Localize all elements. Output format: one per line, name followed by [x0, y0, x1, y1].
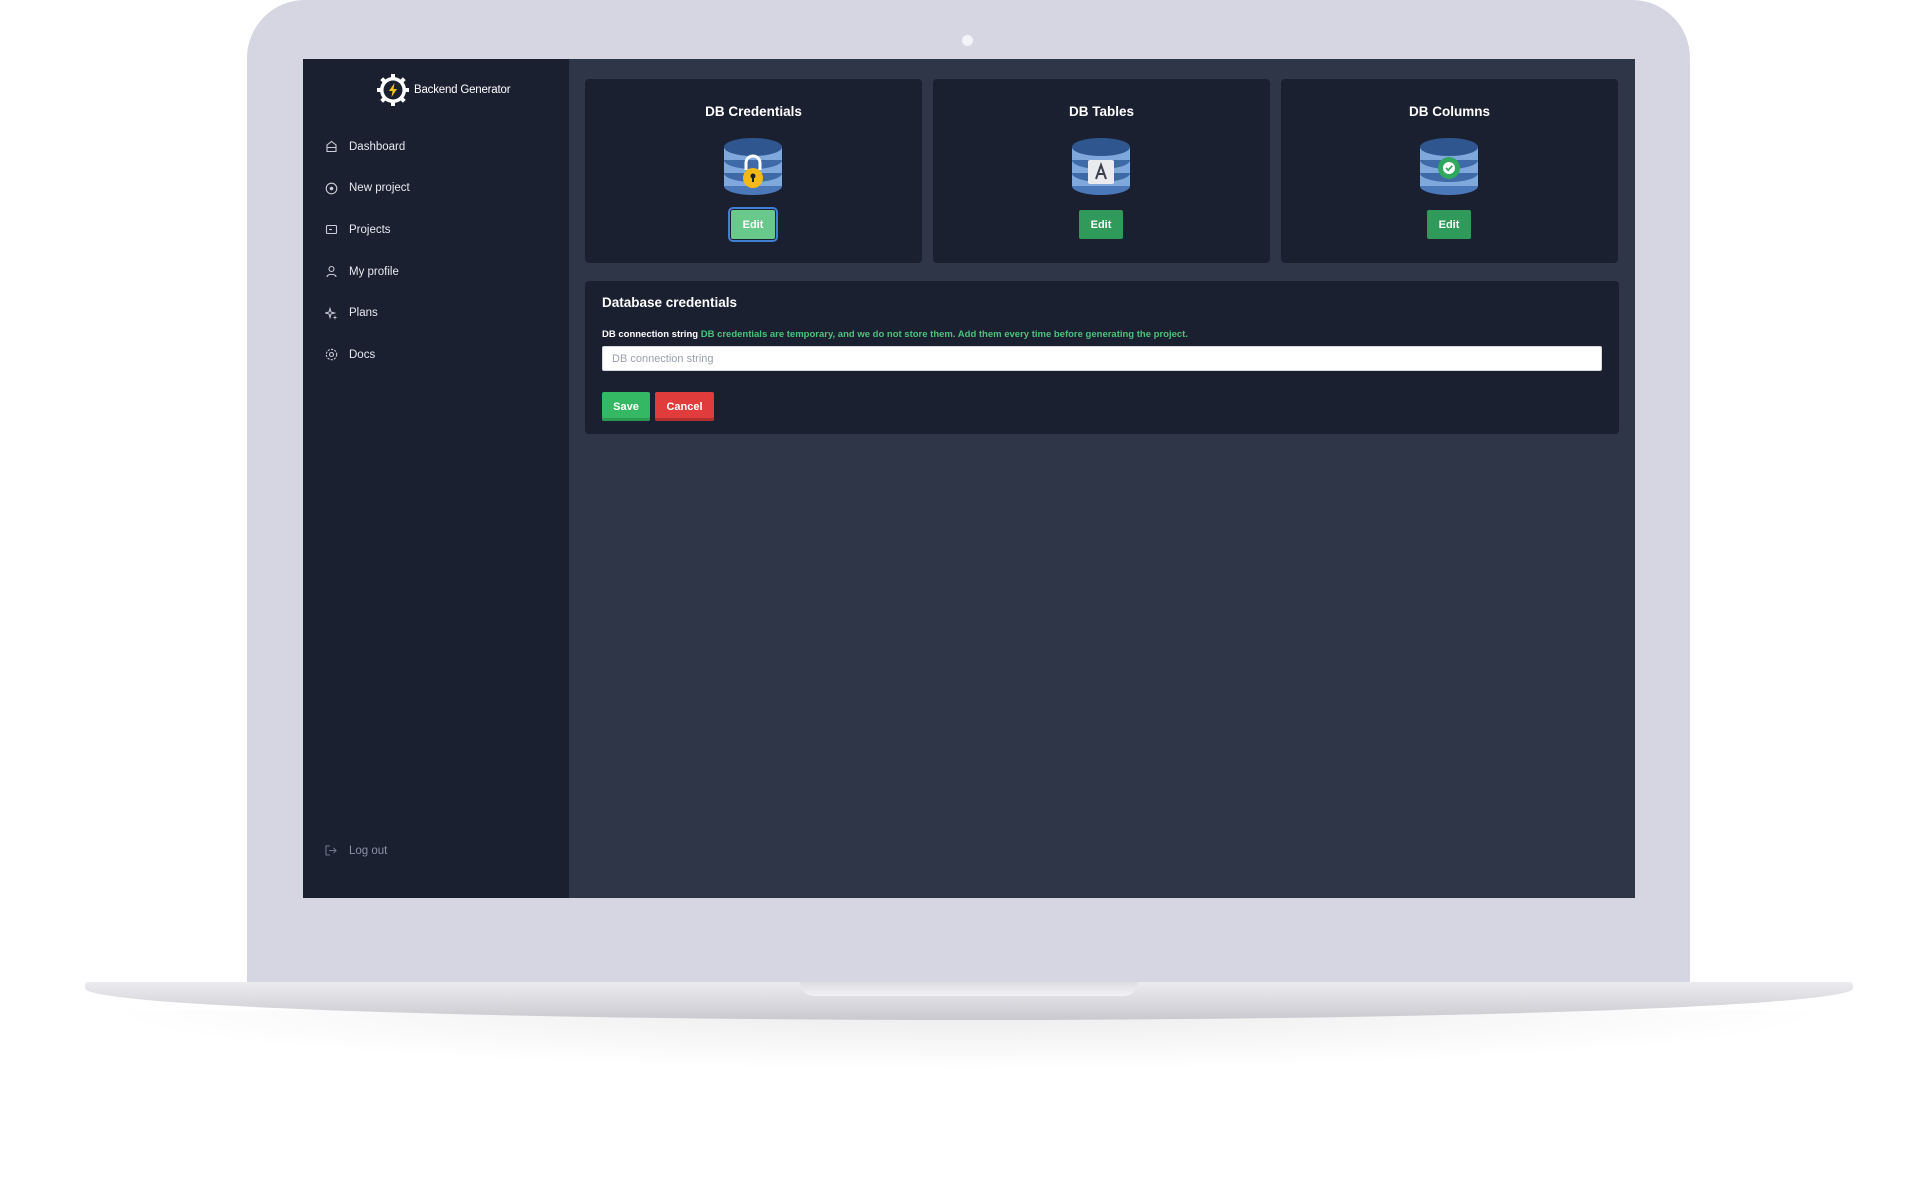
save-button[interactable]: Save	[602, 392, 650, 421]
cancel-button[interactable]: Cancel	[655, 392, 714, 421]
main-content: DB Credentials Edit DB Tables Edit DB Co…	[569, 59, 1635, 898]
brand-name: Backend Generator	[414, 84, 511, 96]
dashboard-icon	[324, 140, 338, 154]
sidebar-item-label: Docs	[349, 348, 376, 361]
edit-db-columns-button[interactable]: Edit	[1427, 210, 1471, 239]
logout-button[interactable]: Log out	[324, 844, 387, 858]
logout-label: Log out	[349, 845, 388, 857]
sidebar-item-docs[interactable]: Docs	[324, 334, 554, 376]
sidebar-item-label: Dashboard	[349, 140, 406, 153]
connection-string-input[interactable]	[602, 346, 1602, 371]
card-db-columns: DB Columns Edit	[1281, 79, 1618, 263]
field-label: DB connection string	[602, 329, 699, 340]
sidebar-item-plans[interactable]: Plans	[324, 292, 554, 334]
sidebar-item-label: Projects	[349, 223, 391, 236]
card-title: DB Credentials	[705, 104, 802, 119]
connection-string-label: DB connection string DB credentials are …	[602, 329, 1188, 340]
card-title: DB Tables	[1068, 104, 1134, 119]
camera-icon	[962, 35, 973, 46]
sidebar: Backend Generator Dashboard New project	[303, 59, 569, 898]
user-icon	[324, 265, 338, 279]
gear-bolt-logo-icon	[377, 74, 409, 106]
folder-icon	[324, 223, 338, 237]
card-title: DB Columns	[1409, 104, 1490, 119]
sidebar-item-new-project[interactable]: New project	[324, 168, 554, 210]
sidebar-item-label: New project	[349, 182, 410, 195]
sparkle-icon	[324, 306, 338, 320]
app-screen: Backend Generator Dashboard New project	[303, 59, 1635, 898]
edit-db-credentials-button[interactable]: Edit	[728, 207, 778, 242]
laptop-mockup: Backend Generator Dashboard New project	[0, 0, 1919, 1197]
edit-db-tables-button[interactable]: Edit	[1079, 210, 1123, 239]
database-lock-icon	[724, 138, 782, 195]
logout-icon	[324, 844, 338, 858]
card-db-tables: DB Tables Edit	[933, 79, 1270, 263]
card-db-credentials: DB Credentials Edit	[585, 79, 922, 263]
sidebar-item-projects[interactable]: Projects	[324, 209, 554, 251]
laptop-notch	[800, 982, 1138, 996]
database-credentials-form: Database credentials DB connection strin…	[585, 281, 1619, 434]
form-title: Database credentials	[602, 295, 738, 310]
brand-logo[interactable]: Backend Generator	[376, 73, 511, 107]
sidebar-item-dashboard[interactable]: Dashboard	[324, 126, 554, 168]
sidebar-item-label: My profile	[349, 265, 399, 278]
sidebar-nav: Dashboard New project Projects My profil…	[324, 126, 554, 376]
database-table-icon	[1072, 138, 1130, 195]
sidebar-item-my-profile[interactable]: My profile	[324, 251, 554, 293]
settings-icon	[324, 348, 338, 362]
database-check-icon	[1420, 138, 1478, 195]
sidebar-item-label: Plans	[349, 307, 378, 320]
field-hint: DB credentials are temporary, and we do …	[700, 329, 1188, 340]
plus-circle-icon	[324, 181, 338, 195]
